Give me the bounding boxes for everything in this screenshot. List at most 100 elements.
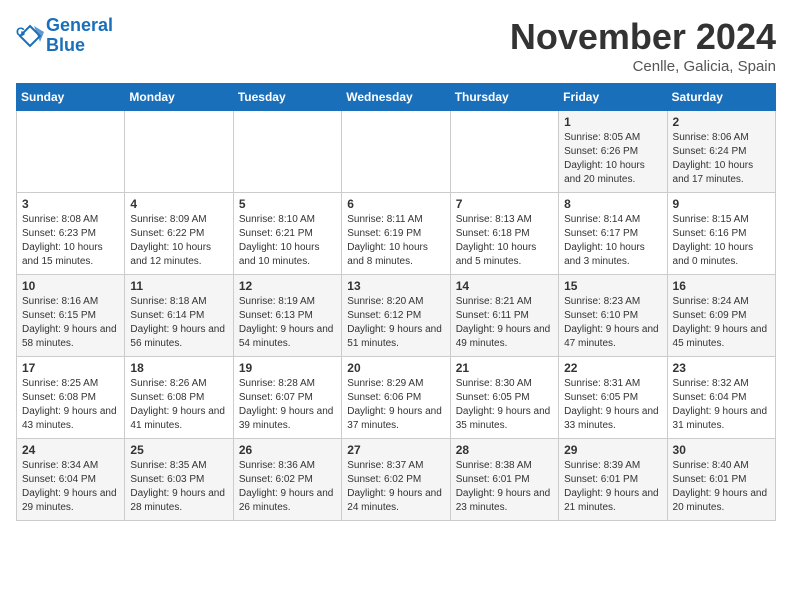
table-row (125, 111, 233, 193)
table-row: 15 Sunrise: 8:23 AM Sunset: 6:10 PM Dayli… (559, 275, 667, 357)
table-row: 5 Sunrise: 8:10 AM Sunset: 6:21 PM Daylig… (233, 193, 341, 275)
title-block: November 2024 Cenlle, Galicia, Spain (510, 16, 776, 75)
table-row (17, 111, 125, 193)
day-number: 13 (347, 279, 444, 293)
day-number: 22 (564, 361, 661, 375)
table-row: 29Sunrise: 8:39 AM Sunset: 6:01 PM Dayli… (559, 439, 667, 521)
day-info: Sunrise: 8:23 AM Sunset: 6:10 PM Dayligh… (564, 295, 661, 351)
day-number: 12 (239, 279, 336, 293)
col-thursday: Thursday (450, 84, 558, 111)
day-info: Sunrise: 8:10 AM Sunset: 6:21 PM Dayligh… (239, 213, 336, 269)
day-number: 8 (564, 197, 661, 211)
day-number: 19 (239, 361, 336, 375)
table-row: 22 Sunrise: 8:31 AM Sunset: 6:05 PM Dayli… (559, 357, 667, 439)
day-number: 9 (673, 197, 770, 211)
calendar-header-row: Sunday Monday Tuesday Wednesday Thursday… (17, 84, 776, 111)
day-number: 30 (673, 443, 770, 457)
day-number: 6 (347, 197, 444, 211)
col-tuesday: Tuesday (233, 84, 341, 111)
day-info: Sunrise: 8:24 AM Sunset: 6:09 PM Dayligh… (673, 295, 770, 351)
table-row: 7 Sunrise: 8:13 AM Sunset: 6:18 PM Daylig… (450, 193, 558, 275)
day-info: Sunrise: 8:20 AM Sunset: 6:12 PM Dayligh… (347, 295, 444, 351)
table-row: 13 Sunrise: 8:20 AM Sunset: 6:12 PM Dayli… (342, 275, 450, 357)
day-info: Sunrise: 8:35 AM Sunset: 6:03 PM Dayligh… (130, 459, 227, 515)
day-number: 16 (673, 279, 770, 293)
table-row: 2Sunrise: 8:06 AM Sunset: 6:24 PM Daylig… (667, 111, 775, 193)
day-info: Sunrise: 8:11 AM Sunset: 6:19 PM Dayligh… (347, 213, 444, 269)
day-number: 21 (456, 361, 553, 375)
table-row: 14Sunrise: 8:21 AM Sunset: 6:11 PM Dayli… (450, 275, 558, 357)
table-row: 8 Sunrise: 8:14 AM Sunset: 6:17 PM Daylig… (559, 193, 667, 275)
day-info: Sunrise: 8:28 AM Sunset: 6:07 PM Dayligh… (239, 377, 336, 433)
day-number: 3 (22, 197, 119, 211)
day-info: Sunrise: 8:34 AM Sunset: 6:04 PM Dayligh… (22, 459, 119, 515)
day-info: Sunrise: 8:32 AM Sunset: 6:04 PM Dayligh… (673, 377, 770, 433)
day-number: 7 (456, 197, 553, 211)
logo-line2: Blue (46, 35, 85, 55)
table-row: 24 Sunrise: 8:34 AM Sunset: 6:04 PM Dayli… (17, 439, 125, 521)
day-info: Sunrise: 8:30 AM Sunset: 6:05 PM Dayligh… (456, 377, 553, 433)
calendar-week-row: 10Sunrise: 8:16 AM Sunset: 6:15 PM Dayli… (17, 275, 776, 357)
table-row: 20Sunrise: 8:29 AM Sunset: 6:06 PM Dayli… (342, 357, 450, 439)
day-number: 2 (673, 115, 770, 129)
day-number: 4 (130, 197, 227, 211)
day-number: 20 (347, 361, 444, 375)
calendar-week-row: 24 Sunrise: 8:34 AM Sunset: 6:04 PM Dayli… (17, 439, 776, 521)
day-info: Sunrise: 8:14 AM Sunset: 6:17 PM Dayligh… (564, 213, 661, 269)
logo-icon: G (16, 22, 44, 50)
table-row: 12 Sunrise: 8:19 AM Sunset: 6:13 PM Dayli… (233, 275, 341, 357)
table-row: 10Sunrise: 8:16 AM Sunset: 6:15 PM Dayli… (17, 275, 125, 357)
day-number: 1 (564, 115, 661, 129)
day-info: Sunrise: 8:18 AM Sunset: 6:14 PM Dayligh… (130, 295, 227, 351)
calendar-week-row: 17 Sunrise: 8:25 AM Sunset: 6:08 PM Dayli… (17, 357, 776, 439)
day-info: Sunrise: 8:40 AM Sunset: 6:01 PM Dayligh… (673, 459, 770, 515)
table-row (342, 111, 450, 193)
table-row (233, 111, 341, 193)
day-info: Sunrise: 8:05 AM Sunset: 6:26 PM Dayligh… (564, 131, 661, 187)
day-info: Sunrise: 8:13 AM Sunset: 6:18 PM Dayligh… (456, 213, 553, 269)
col-monday: Monday (125, 84, 233, 111)
day-number: 24 (22, 443, 119, 457)
day-number: 23 (673, 361, 770, 375)
calendar-week-row: 3Sunrise: 8:08 AM Sunset: 6:23 PM Daylig… (17, 193, 776, 275)
table-row: 11Sunrise: 8:18 AM Sunset: 6:14 PM Dayli… (125, 275, 233, 357)
table-row: 6 Sunrise: 8:11 AM Sunset: 6:19 PM Daylig… (342, 193, 450, 275)
day-info: Sunrise: 8:26 AM Sunset: 6:08 PM Dayligh… (130, 377, 227, 433)
table-row: 18Sunrise: 8:26 AM Sunset: 6:08 PM Dayli… (125, 357, 233, 439)
table-row: 9Sunrise: 8:15 AM Sunset: 6:16 PM Daylig… (667, 193, 775, 275)
page-header: G General Blue November 2024 Cenlle, Gal… (16, 16, 776, 75)
day-info: Sunrise: 8:21 AM Sunset: 6:11 PM Dayligh… (456, 295, 553, 351)
table-row: 30 Sunrise: 8:40 AM Sunset: 6:01 PM Dayli… (667, 439, 775, 521)
day-info: Sunrise: 8:25 AM Sunset: 6:08 PM Dayligh… (22, 377, 119, 433)
table-row: 21 Sunrise: 8:30 AM Sunset: 6:05 PM Dayli… (450, 357, 558, 439)
day-number: 5 (239, 197, 336, 211)
table-row: 26Sunrise: 8:36 AM Sunset: 6:02 PM Dayli… (233, 439, 341, 521)
day-info: Sunrise: 8:19 AM Sunset: 6:13 PM Dayligh… (239, 295, 336, 351)
col-wednesday: Wednesday (342, 84, 450, 111)
day-number: 15 (564, 279, 661, 293)
col-saturday: Saturday (667, 84, 775, 111)
table-row: 17 Sunrise: 8:25 AM Sunset: 6:08 PM Dayli… (17, 357, 125, 439)
day-info: Sunrise: 8:09 AM Sunset: 6:22 PM Dayligh… (130, 213, 227, 269)
table-row: 19 Sunrise: 8:28 AM Sunset: 6:07 PM Dayli… (233, 357, 341, 439)
day-number: 29 (564, 443, 661, 457)
logo-line1: General (46, 15, 113, 35)
day-info: Sunrise: 8:37 AM Sunset: 6:02 PM Dayligh… (347, 459, 444, 515)
table-row: 27 Sunrise: 8:37 AM Sunset: 6:02 PM Dayli… (342, 439, 450, 521)
day-info: Sunrise: 8:38 AM Sunset: 6:01 PM Dayligh… (456, 459, 553, 515)
day-number: 28 (456, 443, 553, 457)
calendar-table: Sunday Monday Tuesday Wednesday Thursday… (16, 83, 776, 521)
table-row: 16 Sunrise: 8:24 AM Sunset: 6:09 PM Dayli… (667, 275, 775, 357)
table-row: 4 Sunrise: 8:09 AM Sunset: 6:22 PM Daylig… (125, 193, 233, 275)
col-sunday: Sunday (17, 84, 125, 111)
day-number: 27 (347, 443, 444, 457)
col-friday: Friday (559, 84, 667, 111)
table-row: 25 Sunrise: 8:35 AM Sunset: 6:03 PM Dayli… (125, 439, 233, 521)
day-number: 25 (130, 443, 227, 457)
day-info: Sunrise: 8:31 AM Sunset: 6:05 PM Dayligh… (564, 377, 661, 433)
day-info: Sunrise: 8:16 AM Sunset: 6:15 PM Dayligh… (22, 295, 119, 351)
table-row: 28 Sunrise: 8:38 AM Sunset: 6:01 PM Dayli… (450, 439, 558, 521)
day-number: 17 (22, 361, 119, 375)
month-title: November 2024 (510, 16, 776, 58)
table-row: 3Sunrise: 8:08 AM Sunset: 6:23 PM Daylig… (17, 193, 125, 275)
